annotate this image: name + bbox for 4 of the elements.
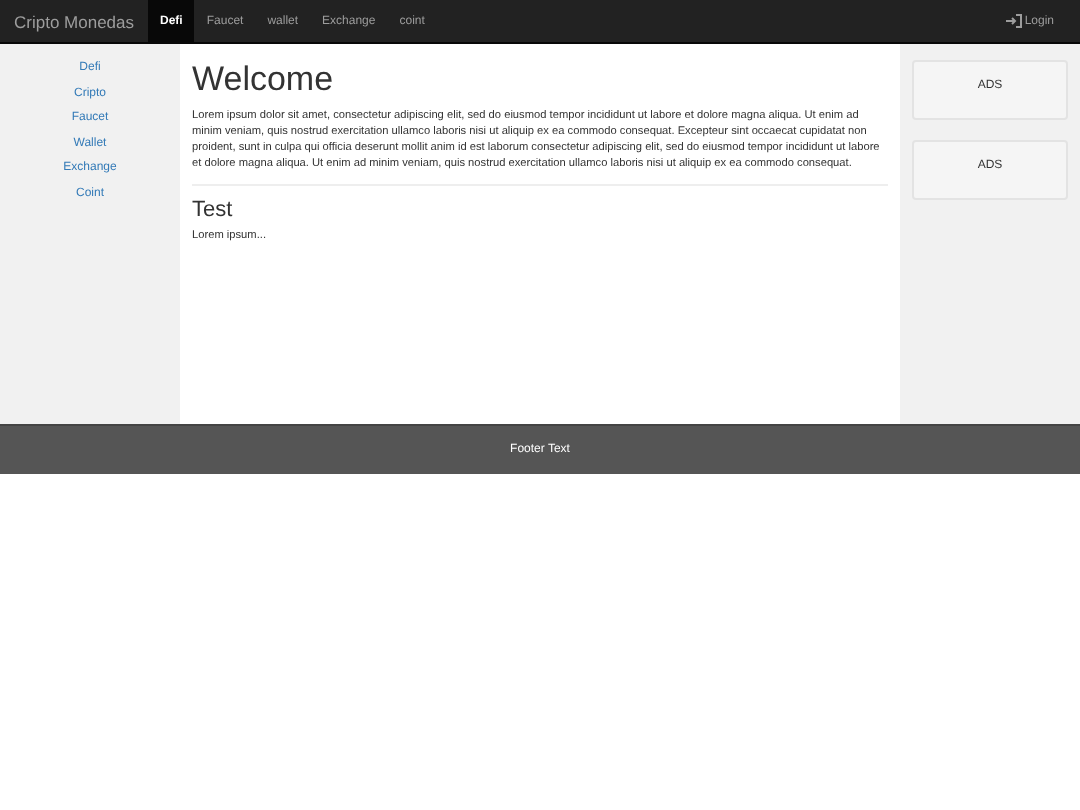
- section-title: Test: [192, 198, 235, 222]
- login-icon: [1006, 14, 1023, 28]
- page-title: Welcome: [192, 60, 336, 100]
- brand-link[interactable]: Cripto Monedas: [0, 0, 149, 42]
